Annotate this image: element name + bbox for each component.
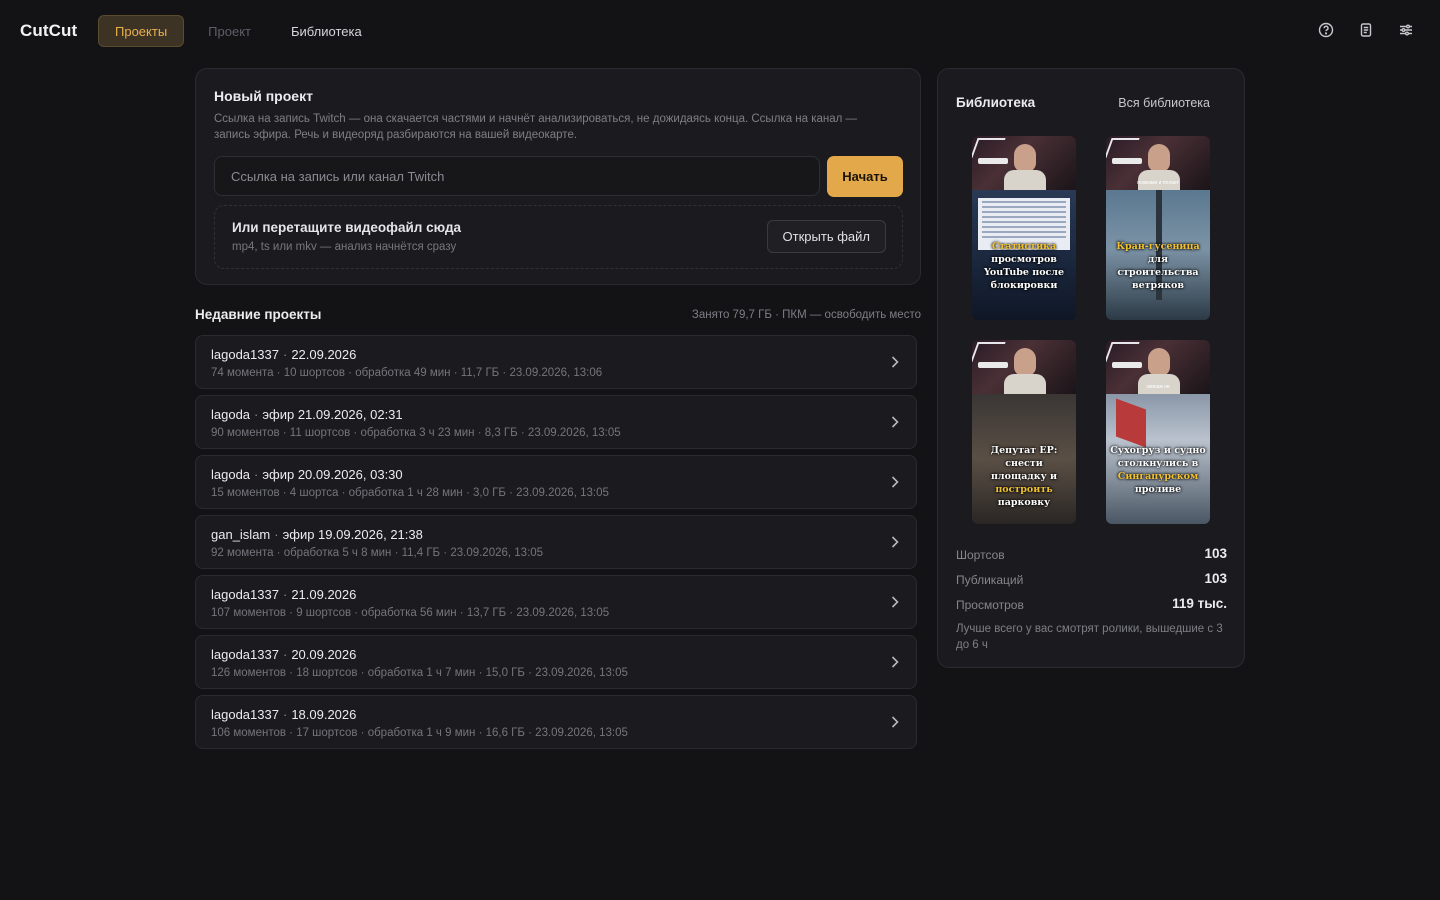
chevron-right-icon [888,534,902,550]
thumbnail-content: Кран-гусеница для строительства ветряков [1106,190,1210,320]
top-actions [1318,22,1414,38]
thumbnail-caption: Статистика просмотров YouTube после блоки… [983,241,1065,291]
project-row[interactable]: lagoda · эфир 20.09.2026, 03:30 15 моменто… [195,455,917,509]
project-details: 107 моментов · 9 шортсов · обработка 56 … [211,607,610,619]
cam-caption: ножками и полает [1137,180,1179,186]
project-title: lagoda1337 · 21.09.2026 [211,587,357,602]
chevron-right-icon [888,354,902,370]
library-title: Библиотека [956,95,1036,110]
tab-library[interactable]: Библиотека [275,15,378,47]
new-project-title: Новый проект [214,88,313,104]
short-thumbnail[interactable]: ножками и полает Кран-гусеница для строит… [1106,136,1210,320]
dropzone-subtitle: mp4, ts или mkv — анализ начнётся сразу [232,241,457,253]
project-row[interactable]: lagoda1337 · 18.09.2026 106 моментов · 17 … [195,695,917,749]
chevron-right-icon [888,414,902,430]
storage-usage: Занято 79,7 ГБ · ПКМ — освободить место [691,309,921,321]
file-dropzone[interactable]: Или перетащите видеофайл сюда mp4, ts ил… [214,205,903,269]
thumbnail-content: Депутат ЕР: снести площадку и построить … [972,394,1076,524]
thumbnail-content: Статистика просмотров YouTube после блоки… [972,190,1076,320]
project-title: lagoda1337 · 20.09.2026 [211,647,357,662]
chevron-right-icon [888,714,902,730]
short-thumbnail[interactable]: Статистика просмотров YouTube после блоки… [972,136,1076,320]
tab-projects[interactable]: Проекты [98,15,185,47]
short-thumbnail[interactable]: Депутат ЕР: снести площадку и построить … [972,340,1076,524]
main-nav: Проекты Проект Библиотека [98,15,386,47]
start-button[interactable]: Начать [827,156,903,197]
open-file-button[interactable]: Открыть файл [766,220,886,253]
project-details: 106 моментов · 17 шортсов · обработка 1 … [211,727,628,739]
stat-views: Просмотров 119 тыс. [956,596,1227,612]
project-row[interactable]: lagoda · эфир 21.09.2026, 02:31 90 моменто… [195,395,917,449]
streamer-cam [972,340,1076,394]
thumbnail-caption: Депутат ЕР: снести площадку и построить … [990,445,1058,508]
project-title: gan_islam · эфир 19.09.2026, 21:38 [211,527,423,542]
project-row[interactable]: lagoda1337 · 20.09.2026 126 моментов · 18 … [195,635,917,689]
sliders-icon[interactable] [1398,22,1414,38]
project-details: 90 моментов · 11 шортсов · обработка 3 ч… [211,427,621,439]
streamer-cam [972,136,1076,190]
library-insight: Лучше всего у вас смотрят ролики, вышедш… [956,623,1223,651]
thumbnail-caption: Кран-гусеница для строительства ветряков [1116,241,1200,291]
short-thumbnail[interactable]: экипаж не Сухогруз и судно столкнулись в… [1106,340,1210,524]
streamer-cam: ножками и полает [1106,136,1210,190]
chevron-right-icon [888,654,902,670]
document-icon[interactable] [1358,22,1374,38]
project-details: 15 моментов · 4 шортса · обработка 1 ч 2… [211,487,609,499]
recent-projects-title: Недавние проекты [195,307,322,322]
project-details: 126 моментов · 18 шортсов · обработка 1 … [211,667,628,679]
project-row[interactable]: gan_islam · эфир 19.09.2026, 21:38 92 моме… [195,515,917,569]
project-title: lagoda1337 · 18.09.2026 [211,707,357,722]
tab-project[interactable]: Проект [192,15,267,47]
app-logo: CutCut [20,21,78,40]
twitch-url-input[interactable] [214,156,820,196]
library-card: Библиотека Вся библиотека Статистика прос… [937,68,1245,668]
cam-caption: экипаж не [1146,384,1170,390]
all-library-link[interactable]: Вся библиотека [1118,96,1210,110]
stat-shorts: Шортсов 103 [956,546,1227,562]
top-bar: CutCut Проекты Проект Библиотека [0,0,1440,64]
dropzone-title: Или перетащите видеофайл сюда [232,220,462,235]
project-row[interactable]: lagoda1337 · 21.09.2026 107 моментов · 9 ш… [195,575,917,629]
recent-projects-list: lagoda1337 · 22.09.2026 74 момента · 10 шо… [195,335,917,755]
project-row[interactable]: lagoda1337 · 22.09.2026 74 момента · 10 шо… [195,335,917,389]
chevron-right-icon [888,474,902,490]
project-details: 92 момента · обработка 5 ч 8 мин · 11,4 … [211,547,544,559]
library-stats: Шортсов 103 Публикаций 103 Просмотров 11… [956,545,1227,620]
thumbnail-caption: Сухогруз и судно столкнулись в Сингапурс… [1110,445,1206,495]
streamer-cam: экипаж не [1106,340,1210,394]
project-title: lagoda · эфир 21.09.2026, 02:31 [211,407,403,422]
stat-publications: Публикаций 103 [956,571,1227,587]
project-title: lagoda1337 · 22.09.2026 [211,347,357,362]
new-project-description: Ссылка на запись Twitch — она скачается … [214,113,858,141]
chevron-right-icon [888,594,902,610]
thumbnail-content: Сухогруз и судно столкнулись в Сингапурс… [1106,394,1210,524]
new-project-card: Новый проект Ссылка на запись Twitch — о… [195,68,921,285]
project-title: lagoda · эфир 20.09.2026, 03:30 [211,467,403,482]
project-details: 74 момента · 10 шортсов · обработка 49 м… [211,367,603,379]
help-circle-icon[interactable] [1318,22,1334,38]
